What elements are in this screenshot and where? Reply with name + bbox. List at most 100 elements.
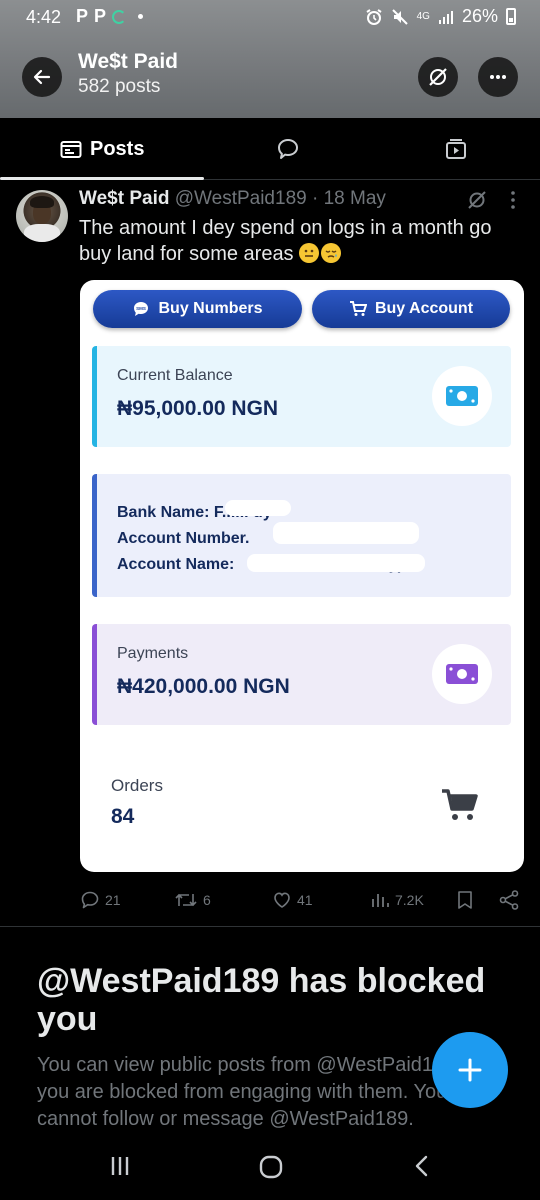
app-notification-icon: P — [94, 6, 107, 26]
media-play-icon — [446, 139, 466, 159]
tab-posts[interactable]: Posts — [60, 118, 144, 180]
orders-label: Orders — [111, 776, 163, 795]
battery-percent: 26% — [461, 6, 498, 26]
reply-bubble-icon — [81, 891, 99, 909]
post-grok-button[interactable] — [466, 189, 488, 216]
views-button[interactable]: 7.2K — [370, 885, 424, 915]
share-button[interactable] — [498, 885, 520, 915]
bookmark-button[interactable] — [456, 885, 474, 915]
account-name-label: Account Name: — [117, 556, 239, 573]
buy-account-label: Buy Account — [374, 300, 474, 317]
buy-numbers-label: Buy Numbers — [158, 300, 263, 317]
avatar[interactable] — [16, 190, 68, 242]
tab-replies[interactable] — [276, 118, 300, 180]
nav-back-button[interactable] — [410, 1154, 434, 1183]
current-balance-panel: Current Balance ₦95,000.00 NGN — [92, 346, 511, 447]
buy-account-button: Buy Account — [312, 290, 510, 328]
profile-title-block: We$t Paid 582 posts — [78, 50, 178, 98]
shopping-cart-icon — [349, 301, 367, 316]
vertical-ellipsis-icon — [511, 191, 515, 209]
account-number-line: Account Number. — [117, 530, 250, 547]
network-type: 4G — [416, 10, 430, 22]
status-bar: 4:42 P P 4G 26% — [0, 0, 540, 34]
profile-header: 4:42 P P 4G 26% We$t Paid 582 posts — [0, 0, 540, 118]
repost-button[interactable]: 6 — [174, 885, 211, 915]
recent-apps-button[interactable] — [108, 1154, 132, 1183]
arrow-left-icon — [33, 69, 51, 85]
post-actions: 21 6 41 7.2K — [0, 885, 540, 915]
post-count: 582 posts — [78, 76, 161, 97]
bar-chart-icon — [372, 894, 389, 907]
post-header: We$t Paid @WestPaid189 · 18 May — [79, 188, 386, 210]
payments-panel: Payments ₦420,000.00 NGN — [92, 624, 511, 725]
repost-count: 6 — [203, 892, 211, 908]
tab-media[interactable] — [444, 118, 468, 180]
payments-label: Payments — [117, 645, 189, 662]
tab-posts-label: Posts — [90, 137, 145, 160]
more-notifications-dot-icon — [138, 14, 144, 19]
avatar-body — [24, 224, 60, 242]
app-notification-icon: P — [76, 6, 89, 26]
home-circle-icon — [259, 1155, 283, 1179]
heart-icon — [274, 892, 290, 908]
chevron-left-icon — [415, 1155, 428, 1177]
redaction-smudge — [225, 500, 291, 516]
sms-bubble-icon: SMS — [134, 302, 149, 316]
like-button[interactable]: 41 — [272, 885, 313, 915]
ellipsis-icon — [490, 75, 506, 79]
current-balance-value: ₦95,000.00 NGN — [117, 397, 279, 420]
post-handle[interactable]: @WestPaid189 — [175, 188, 307, 209]
profile-name: We$t Paid — [78, 50, 178, 73]
status-time: 4:42 — [26, 7, 62, 27]
repost-icon — [175, 893, 197, 907]
grimacing-face-emoji-icon — [299, 243, 320, 263]
orders-value: 84 — [111, 805, 135, 828]
money-bill-icon — [446, 386, 478, 406]
view-count: 7.2K — [395, 892, 424, 908]
speech-bubble-icon — [278, 139, 298, 159]
grok-icon — [468, 191, 486, 209]
bank-name-label: Bank Name: — [117, 504, 214, 521]
alarm-icon — [366, 8, 382, 25]
money-bill-icon — [446, 664, 478, 684]
post-separator: · — [311, 188, 319, 209]
signal-icon — [438, 10, 453, 24]
avatar-hair — [30, 196, 54, 208]
redaction-smudge — [247, 554, 425, 572]
svg-text:SMS: SMS — [137, 306, 147, 311]
home-button[interactable] — [258, 1154, 284, 1185]
payments-value: ₦420,000.00 NGN — [117, 675, 290, 698]
reply-button[interactable]: 21 — [80, 885, 121, 915]
post-display-name[interactable]: We$t Paid — [79, 188, 169, 209]
sleepy-face-emoji-icon — [321, 243, 342, 263]
buy-numbers-button: SMS Buy Numbers — [93, 290, 302, 328]
share-icon — [499, 890, 519, 910]
more-options-button[interactable] — [478, 57, 518, 97]
post-text: The amount I dey spend on logs in a mont… — [79, 215, 525, 267]
grok-button[interactable] — [418, 57, 458, 97]
recent-apps-icon — [111, 1157, 129, 1175]
post-divider — [0, 926, 540, 927]
money-icon-circle — [432, 366, 492, 426]
back-button[interactable] — [22, 57, 62, 97]
status-notification-icons: P P — [76, 6, 144, 27]
post-date[interactable]: 18 May — [324, 188, 386, 209]
blocked-title: @WestPaid189 has blocked you — [37, 962, 486, 1038]
money-icon-circle — [432, 644, 492, 704]
status-system-icons: 4G 26% — [365, 6, 516, 27]
post-image-card[interactable]: SMS Buy Numbers Buy Account Current Bala… — [80, 280, 524, 872]
redaction-smudge — [273, 522, 419, 544]
compose-post-button[interactable] — [432, 1032, 508, 1108]
battery-icon — [506, 8, 516, 25]
plus-icon — [458, 1058, 482, 1082]
post-more-button[interactable] — [506, 190, 520, 215]
shopping-cart-icon — [442, 789, 478, 820]
post-body: The amount I dey spend on logs in a mont… — [79, 217, 492, 265]
bank-details-panel: Bank Name: F...... uy Account Number. Ac… — [92, 474, 511, 597]
current-balance-label: Current Balance — [117, 367, 233, 384]
android-nav-bar — [0, 1140, 540, 1200]
grok-icon — [429, 68, 447, 86]
sync-icon — [112, 9, 127, 24]
reply-count: 21 — [105, 892, 121, 908]
like-count: 41 — [297, 892, 313, 908]
